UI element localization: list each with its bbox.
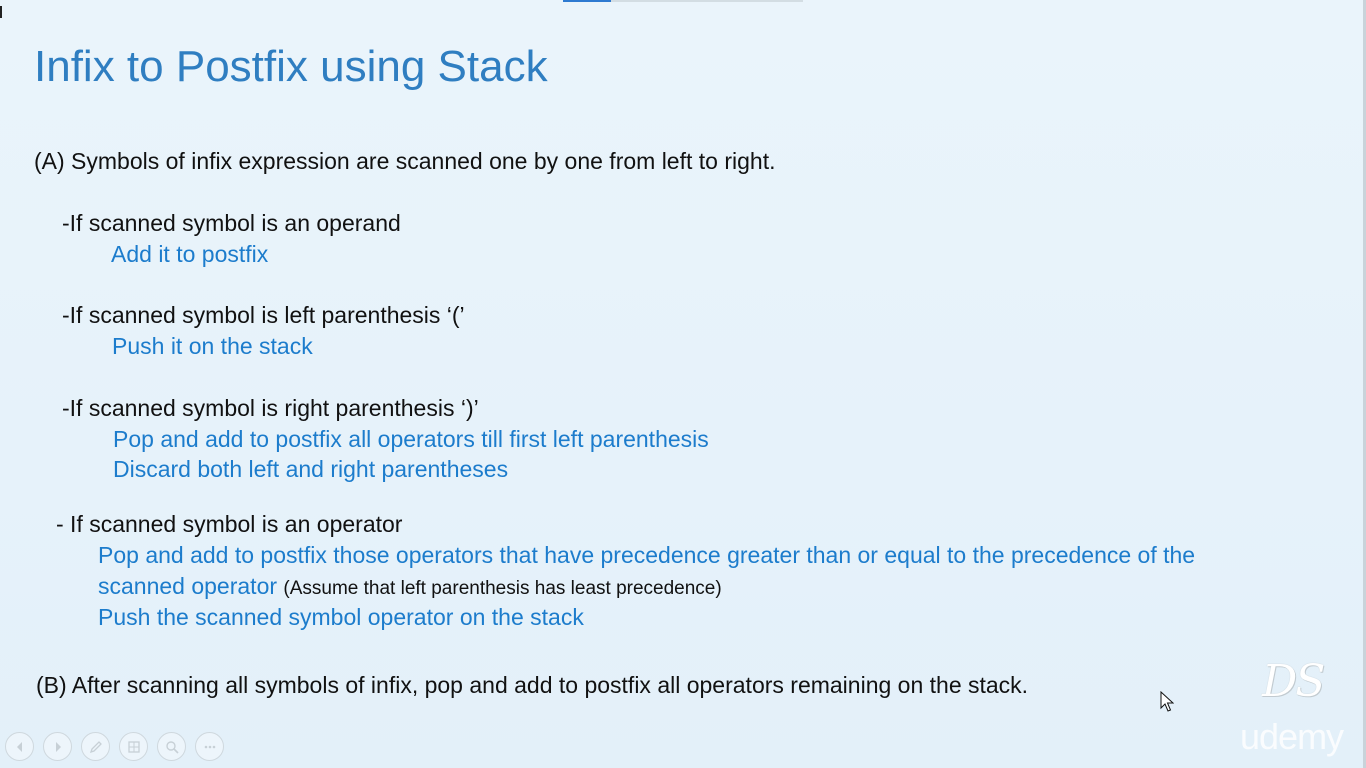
right-paren-action-1: Pop and add to postfix all operators til… <box>113 426 709 452</box>
slide-progress-bar <box>563 0 803 2</box>
operand-rule: -If scanned symbol is an operand <box>62 210 401 236</box>
player-controls <box>5 732 224 761</box>
left-paren-rule: -If scanned symbol is left parenthesis ‘… <box>62 302 465 328</box>
right-paren-rule: -If scanned symbol is right parenthesis … <box>62 395 479 421</box>
left-paren-action: Push it on the stack <box>112 333 313 359</box>
pen-icon[interactable] <box>81 732 110 761</box>
next-icon[interactable] <box>43 732 72 761</box>
slide: Infix to Postfix using Stack (A) Symbols… <box>0 0 1366 768</box>
ds-watermark: DS <box>1262 656 1325 707</box>
rule-a-intro: (A) Symbols of infix expression are scan… <box>34 148 776 174</box>
operator-action-2: Push the scanned symbol operator on the … <box>98 604 584 630</box>
mouse-cursor-icon <box>1160 691 1174 712</box>
operator-action-1a: Pop and add to postfix those operators t… <box>98 542 1196 568</box>
operand-action: Add it to postfix <box>111 241 269 267</box>
slides-icon[interactable] <box>119 732 148 761</box>
previous-icon[interactable] <box>5 732 34 761</box>
more-icon[interactable] <box>195 732 224 761</box>
zoom-icon[interactable] <box>157 732 186 761</box>
slide-progress-fill <box>563 0 611 2</box>
rule-b-final: (B) After scanning all symbols of infix,… <box>36 672 1029 698</box>
slide-title: Infix to Postfix using Stack <box>34 42 548 91</box>
operator-action-1-line2: scanned operator (Assume that left paren… <box>98 571 722 604</box>
operator-action-1b: scanned operator <box>98 573 278 599</box>
udemy-watermark: udemy <box>1240 716 1344 757</box>
right-paren-action-2: Discard both left and right parentheses <box>113 456 509 482</box>
operator-note: (Assume that left parenthesis has least … <box>283 578 722 599</box>
corner-mark <box>0 6 2 18</box>
operator-rule: - If scanned symbol is an operator <box>56 511 403 537</box>
